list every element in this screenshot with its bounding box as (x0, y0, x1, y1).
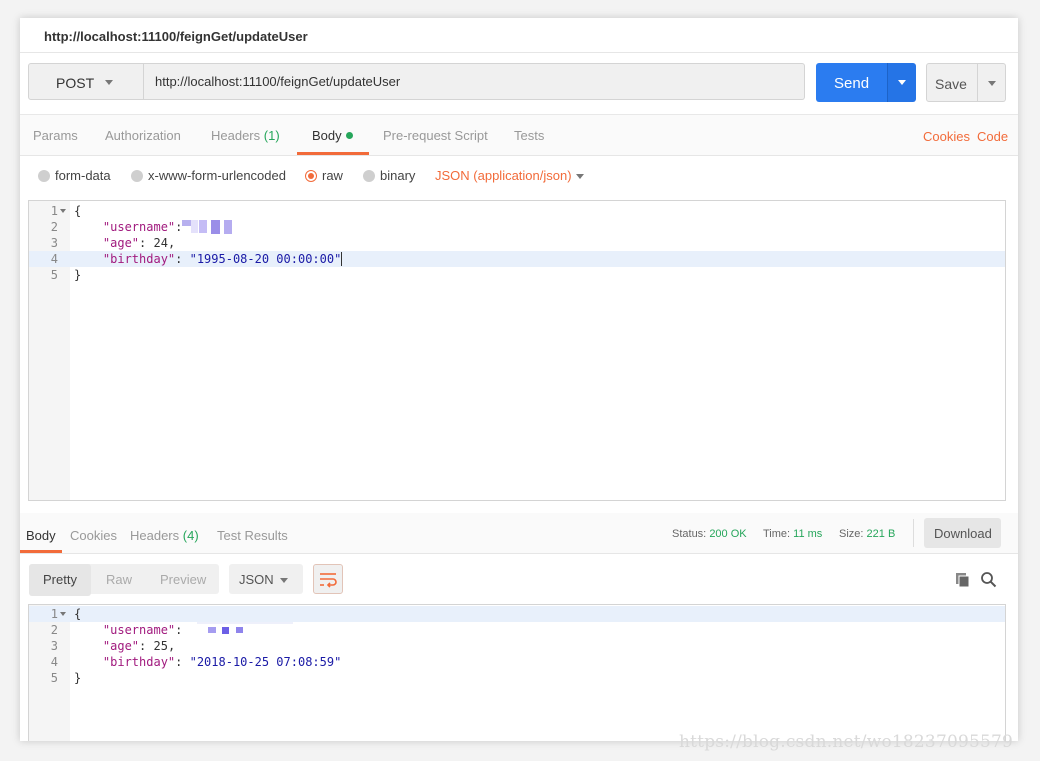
res-tab-headers[interactable]: Headers (4) (130, 528, 199, 543)
save-button[interactable]: Save (926, 63, 978, 102)
chevron-down-icon (105, 80, 113, 85)
wrap-icon (320, 573, 337, 588)
radio-binary[interactable] (363, 170, 375, 182)
time-readout: Time: 11 ms (763, 528, 823, 540)
res-tab-headers-count: (4) (182, 528, 199, 543)
chevron-down-icon (988, 81, 996, 86)
res-tab-headers-label: Headers (130, 528, 180, 543)
label-urlencoded[interactable]: x-www-form-urlencoded (148, 168, 286, 183)
active-tab-indicator (20, 550, 62, 553)
redacted-value (196, 622, 293, 637)
response-toolbar: Pretty Raw Preview JSON (20, 554, 1018, 600)
cookies-link[interactable]: Cookies (923, 129, 970, 144)
tab-headers[interactable]: Headers (1) (211, 128, 280, 143)
code-line: 4 "birthday": "2018-10-25 07:08:59" (50, 655, 342, 669)
code-line: 2 "username": (29, 622, 1005, 638)
request-tab-title: http://localhost:11100/feignGet/updateUs… (44, 29, 308, 44)
view-preview[interactable]: Preview (160, 572, 206, 587)
response-tabs: Body Cookies Headers (4) Test Results St… (20, 513, 1018, 554)
request-tab[interactable]: http://localhost:11100/feignGet/updateUs… (20, 18, 1018, 53)
radio-urlencoded[interactable] (131, 170, 143, 182)
view-mode-group: Pretty Raw Preview (29, 564, 219, 596)
tab-authorization[interactable]: Authorization (105, 128, 181, 143)
size-readout: Size: 221 B (839, 528, 896, 540)
code-line: 2 "username": (29, 219, 1005, 235)
redacted-value (182, 219, 238, 234)
send-button[interactable]: Send (816, 63, 887, 102)
format-label: JSON (239, 572, 274, 587)
download-label: Download (934, 526, 992, 541)
tab-headers-label: Headers (211, 128, 261, 143)
tab-body[interactable]: Body (312, 128, 353, 143)
content-type-select[interactable]: JSON (application/json) (435, 168, 572, 183)
chevron-down-icon[interactable] (576, 174, 584, 179)
tab-prerequest-script[interactable]: Pre-request Script (383, 128, 488, 143)
code-line: 1 { (50, 204, 82, 218)
save-label: Save (935, 76, 967, 92)
copy-icon (956, 573, 970, 588)
send-options-button[interactable] (887, 63, 916, 102)
code-line: 5 } (50, 671, 82, 685)
res-tab-test-results[interactable]: Test Results (217, 528, 288, 543)
search-button[interactable] (980, 571, 998, 594)
view-raw[interactable]: Raw (106, 572, 132, 587)
code-line: 3 "age": 25, (50, 639, 176, 653)
method-select[interactable]: POST (28, 63, 144, 100)
code-link[interactable]: Code (977, 129, 1008, 144)
save-options-button[interactable] (978, 63, 1006, 102)
code-line-active: 1 { (29, 606, 1005, 622)
postman-window: http://localhost:11100/feignGet/updateUs… (20, 18, 1018, 741)
request-body-editor[interactable]: 1 { 2 "username": 3 "age": 24, 4 "birthd… (28, 200, 1006, 501)
res-tab-cookies[interactable]: Cookies (70, 528, 117, 543)
label-binary[interactable]: binary (380, 168, 415, 183)
label-raw[interactable]: raw (322, 168, 343, 183)
label-form-data[interactable]: form-data (55, 168, 111, 183)
response-body-viewer[interactable]: 1 { 2 "username": 3 "age": 25, 4 "birthd… (28, 604, 1006, 741)
tab-tests[interactable]: Tests (514, 128, 544, 143)
chevron-down-icon (898, 80, 906, 85)
radio-raw[interactable] (305, 170, 317, 182)
view-pretty[interactable]: Pretty (29, 564, 91, 596)
url-input[interactable] (144, 63, 805, 100)
watermark: https://blog.csdn.net/wo18237095579 (679, 732, 1014, 752)
code-line: 5 } (50, 268, 82, 282)
search-icon (981, 572, 997, 588)
tab-params[interactable]: Params (33, 128, 78, 143)
body-type-options: form-data x-www-form-urlencoded raw bina… (20, 155, 1018, 199)
fold-arrow-icon[interactable] (60, 209, 66, 213)
download-button[interactable]: Download (924, 518, 1001, 548)
divider (913, 519, 914, 547)
radio-form-data[interactable] (38, 170, 50, 182)
tab-headers-count: (1) (263, 128, 280, 143)
code-line: 3 "age": 24, (50, 236, 176, 250)
tab-body-label: Body (312, 128, 342, 143)
format-select[interactable]: JSON (229, 564, 303, 594)
modified-dot-icon (345, 132, 353, 139)
copy-button[interactable] (955, 572, 971, 593)
request-tabs: Params Authorization Headers (1) Body Pr… (20, 114, 1018, 156)
status-readout: Status: 200 OK (672, 528, 747, 540)
url-bar: POST Send Save (28, 63, 1006, 102)
fold-arrow-icon[interactable] (60, 612, 66, 616)
wrap-lines-button[interactable] (313, 564, 343, 594)
code-line-active: 4 "birthday": "1995-08-20 00:00:00" (29, 251, 1005, 267)
send-label: Send (834, 75, 870, 92)
method-label: POST (56, 75, 95, 91)
chevron-down-icon (280, 578, 288, 583)
res-tab-body[interactable]: Body (26, 528, 56, 543)
